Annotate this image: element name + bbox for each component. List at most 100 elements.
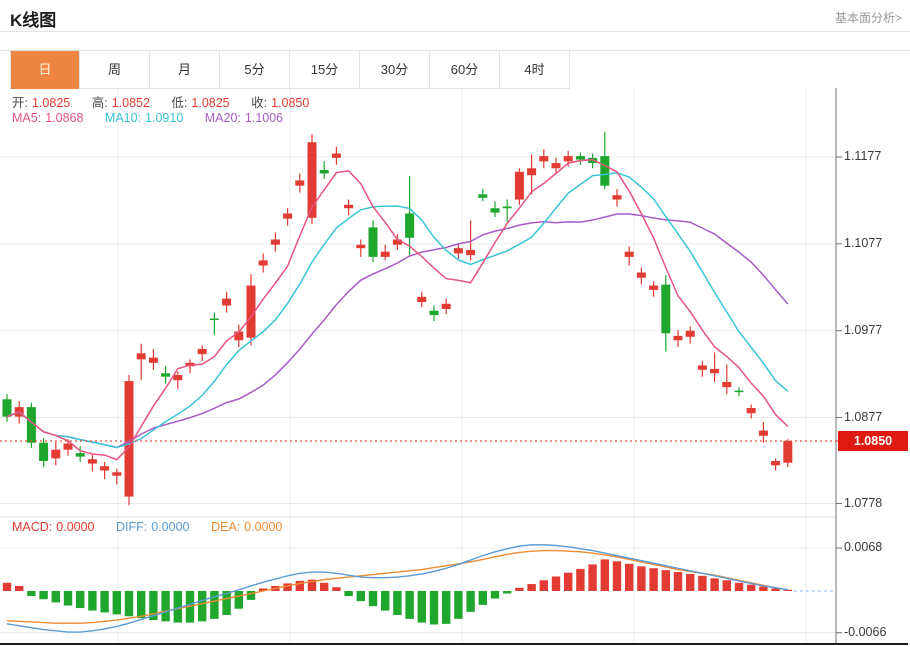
- candle-body: [161, 373, 170, 376]
- tab-月[interactable]: 月: [150, 51, 220, 89]
- candle-body: [722, 382, 731, 387]
- macd-hist-bar: [100, 591, 108, 612]
- candle-body: [149, 358, 158, 363]
- macd-hist-bar: [125, 591, 133, 616]
- macd-hist-bar: [466, 591, 474, 612]
- candle-body: [283, 213, 292, 218]
- low-label: 低:: [171, 96, 187, 110]
- candle-body: [430, 311, 439, 315]
- macd-hist-bar: [723, 580, 731, 591]
- macd-hist-bar: [39, 591, 47, 599]
- candle-body: [735, 391, 744, 393]
- dea-label: DEA:: [211, 520, 240, 534]
- candle-body: [454, 248, 463, 253]
- macd-hist-bar: [540, 580, 548, 591]
- macd-hist-bar: [576, 569, 584, 591]
- candle-body: [710, 369, 719, 373]
- candle-body: [64, 444, 73, 450]
- ma-row: MA5:1.0868 MA10:1.0910 MA20:1.1006: [12, 111, 287, 125]
- candle-body: [271, 240, 280, 245]
- tab-5分[interactable]: 5分: [220, 51, 290, 89]
- candle-body: [417, 297, 426, 302]
- candle-body: [344, 205, 353, 208]
- macd-hist-bar: [747, 585, 755, 591]
- candle-body: [259, 260, 268, 265]
- candle-body: [222, 299, 231, 306]
- high-label: 高:: [92, 96, 108, 110]
- tab-30分[interactable]: 30分: [360, 51, 430, 89]
- macd-hist-bar: [662, 570, 670, 591]
- candle-body: [527, 168, 536, 175]
- candle-body: [39, 443, 48, 461]
- candle-body: [783, 441, 792, 463]
- macd-hist-bar: [674, 572, 682, 591]
- candle-body: [173, 375, 182, 380]
- chart-canvas[interactable]: [0, 87, 910, 647]
- candle-body: [295, 180, 304, 185]
- open-value: 1.0825: [32, 96, 70, 110]
- candle-body: [88, 459, 97, 463]
- candle-body: [637, 273, 646, 278]
- candle-body: [503, 207, 512, 209]
- candle-body: [466, 250, 475, 255]
- candle-body: [491, 208, 500, 212]
- candle-body: [332, 154, 341, 158]
- macd-hist-bar: [357, 591, 365, 601]
- close-value: 1.0850: [271, 96, 309, 110]
- macd-hist-bar: [552, 576, 560, 591]
- y-tick-label: -0.0066: [844, 625, 908, 640]
- candle-body: [405, 213, 414, 237]
- candle-body: [3, 399, 12, 416]
- candle-body: [369, 227, 378, 257]
- ma10-line: [7, 173, 788, 448]
- candle-body: [698, 365, 707, 369]
- macd-hist-bar: [759, 587, 767, 591]
- low-value: 1.0825: [191, 96, 229, 110]
- ohlc-row: 开:1.0825 高:1.0852 低:1.0825 收:1.0850: [12, 92, 313, 111]
- bottom-border: [0, 643, 908, 645]
- macd-hist-bar: [588, 564, 596, 591]
- ma5-line: [7, 160, 788, 460]
- macd-hist-bar: [381, 591, 389, 611]
- candle-body: [674, 336, 683, 340]
- macd-hist-bar: [710, 578, 718, 591]
- macd-hist-bar: [491, 591, 499, 599]
- y-tick-label: 1.0877: [844, 410, 908, 425]
- macd-hist-bar: [698, 576, 706, 591]
- y-tick-label: 1.0778: [844, 496, 908, 511]
- candle-body: [661, 285, 670, 334]
- macd-hist-bar: [479, 591, 487, 605]
- candle-body: [51, 450, 60, 459]
- candle-body: [100, 466, 109, 470]
- macd-hist-bar: [637, 566, 645, 591]
- tab-60分[interactable]: 60分: [430, 51, 500, 89]
- tab-4时[interactable]: 4时: [500, 51, 570, 89]
- candle-body: [515, 172, 524, 200]
- macd-hist-bar: [161, 591, 169, 621]
- interval-tabbar: 日周月5分15分30分60分4时: [0, 50, 910, 88]
- macd-hist-bar: [613, 561, 621, 591]
- candle-body: [320, 170, 329, 173]
- candle-body: [112, 472, 121, 475]
- tab-15分[interactable]: 15分: [290, 51, 360, 89]
- macd-hist-bar: [625, 564, 633, 591]
- macd-hist-bar: [64, 591, 72, 606]
- macd-hist-bar: [564, 573, 572, 591]
- candle-body: [381, 252, 390, 257]
- close-label: 收:: [251, 96, 267, 110]
- candle-body: [137, 353, 146, 359]
- tab-周[interactable]: 周: [80, 51, 150, 89]
- macd-hist-bar: [735, 583, 743, 591]
- ma5-value: 1.0868: [45, 111, 83, 125]
- candle-body: [552, 163, 561, 168]
- macd-hist-bar: [27, 591, 35, 596]
- open-label: 开:: [12, 96, 28, 110]
- macd-hist-bar: [601, 559, 609, 591]
- fundamental-analysis-link[interactable]: 基本面分析>: [835, 9, 902, 26]
- kline-chart: 开:1.0825 高:1.0852 低:1.0825 收:1.0850 MA5:…: [0, 87, 910, 647]
- macd-hist-bar: [418, 591, 426, 623]
- kline-app: K线图 基本面分析> 日周月5分15分30分60分4时 开:1.0825 高:1…: [0, 0, 910, 647]
- tab-日[interactable]: 日: [10, 51, 80, 89]
- macd-hist-bar: [369, 591, 377, 606]
- candle-body: [356, 245, 365, 248]
